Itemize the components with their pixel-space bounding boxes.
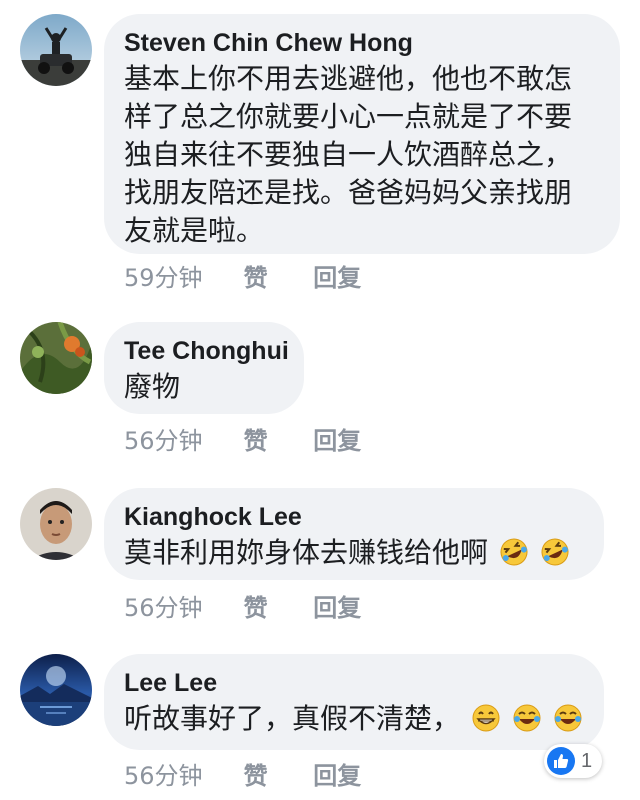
comment-author[interactable]: Kianghock Lee bbox=[124, 500, 584, 534]
comment-bubble: Tee Chonghui 廢物 bbox=[104, 322, 304, 414]
comment-text-line: 找朋友陪还是找。爸爸妈妈父亲找朋 bbox=[124, 176, 573, 209]
comment-author[interactable]: Steven Chin Chew Hong bbox=[124, 26, 600, 60]
comment-author[interactable]: Tee Chonghui bbox=[124, 334, 289, 368]
like-button[interactable]: 赞 bbox=[244, 421, 306, 456]
reply-button[interactable]: 回复 bbox=[313, 258, 361, 293]
like-button[interactable]: 赞 bbox=[244, 756, 306, 791]
comment-actions: 59分钟 赞 回复 bbox=[124, 258, 361, 293]
comment-text-line: 廢物 bbox=[124, 370, 181, 403]
avatar[interactable] bbox=[20, 14, 92, 86]
comment-actions: 56分钟 赞 回复 bbox=[124, 756, 361, 791]
rofl-emoji bbox=[500, 538, 528, 566]
comment-text-line: 听故事好了，真假不清楚， bbox=[124, 700, 584, 738]
comment-bubble: Kianghock Lee 莫非利用妳身体去赚钱给他啊 bbox=[104, 488, 604, 580]
comment-text-line: 基本上你不用去逃避他，他也不敢怎 bbox=[124, 62, 573, 95]
comment-thread: Steven Chin Chew Hong 基本上你不用去逃避他，他也不敢怎 样… bbox=[0, 0, 640, 800]
comment-timestamp[interactable]: 56分钟 bbox=[124, 588, 236, 623]
comment-timestamp[interactable]: 59分钟 bbox=[124, 258, 236, 293]
reply-button[interactable]: 回复 bbox=[313, 421, 361, 456]
comment-bubble: Lee Lee 听故事好了，真假不清楚， bbox=[104, 654, 604, 750]
tears-of-joy-emoji bbox=[513, 704, 541, 732]
reply-button[interactable]: 回复 bbox=[313, 756, 361, 791]
comment-text-line: 友就是啦。 bbox=[124, 214, 265, 247]
comment-bubble: Steven Chin Chew Hong 基本上你不用去逃避他，他也不敢怎 样… bbox=[104, 14, 620, 254]
reply-button[interactable]: 回复 bbox=[313, 588, 361, 623]
like-button[interactable]: 赞 bbox=[244, 258, 306, 293]
like-button[interactable]: 赞 bbox=[244, 588, 306, 623]
grin-emoji bbox=[472, 704, 500, 732]
comment-actions: 56分钟 赞 回复 bbox=[124, 421, 361, 456]
reaction-summary[interactable]: 1 bbox=[544, 744, 603, 778]
avatar[interactable] bbox=[20, 488, 92, 560]
rofl-emoji bbox=[541, 538, 569, 566]
comment-timestamp[interactable]: 56分钟 bbox=[124, 421, 236, 456]
avatar[interactable] bbox=[20, 654, 92, 726]
comment-text-line: 独自来往不要独自一人饮酒醉总之， bbox=[124, 138, 573, 171]
comment-actions: 56分钟 赞 回复 bbox=[124, 588, 361, 623]
comment-text-line: 样了总之你就要小心一点就是了不要 bbox=[124, 100, 573, 133]
comment-text: 莫非利用妳身体去赚钱给他啊 bbox=[124, 536, 489, 569]
comment-author[interactable]: Lee Lee bbox=[124, 666, 584, 700]
thumbs-up-icon bbox=[547, 747, 575, 775]
tears-of-joy-emoji bbox=[554, 704, 582, 732]
reaction-count: 1 bbox=[581, 749, 593, 772]
comment-text: 听故事好了，真假不清楚， bbox=[124, 702, 461, 735]
comment-timestamp[interactable]: 56分钟 bbox=[124, 756, 236, 791]
avatar[interactable] bbox=[20, 322, 92, 394]
comment-text-line: 莫非利用妳身体去赚钱给他啊 bbox=[124, 534, 584, 572]
